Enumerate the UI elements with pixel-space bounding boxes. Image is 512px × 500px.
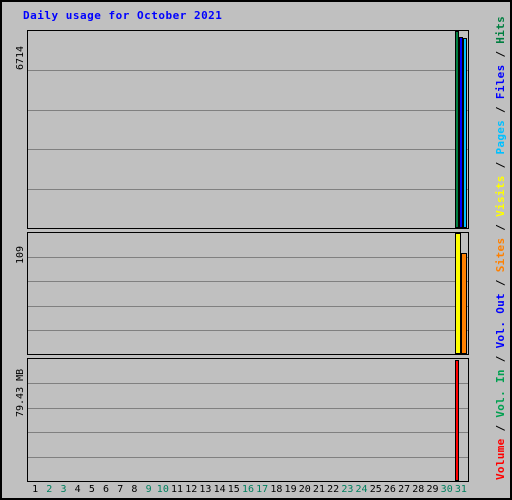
bar-pages — [463, 38, 467, 228]
x-axis-day-22: 22 — [327, 484, 340, 495]
gridline — [28, 408, 468, 409]
gridline — [28, 306, 468, 307]
x-axis-day-24: 24 — [355, 484, 368, 495]
x-axis-day-11: 11 — [171, 484, 184, 495]
legend-separator: / — [494, 154, 507, 176]
gridline — [28, 257, 468, 258]
gridline — [28, 432, 468, 433]
legend-item-visits: Visits — [494, 175, 507, 217]
x-axis-day-20: 20 — [298, 484, 311, 495]
x-axis-day-10: 10 — [156, 484, 169, 495]
legend-item-files: Files — [494, 64, 507, 100]
y-axis-label-volume: 79.43 MB — [15, 368, 26, 417]
x-axis-day-labels: 1 2 3 4 5 6 7 8 9 10 11 12 13 14 15 16 17 18 19 20 21 22 23 24 2… — [27, 484, 469, 498]
legend-separator: / — [494, 99, 507, 120]
bar-sites — [461, 253, 467, 354]
x-axis-day-15: 15 — [227, 484, 240, 495]
y-axis-label-hits: 6714 — [15, 45, 26, 70]
plot-area-volume — [28, 359, 468, 481]
legend-item-sites: Sites — [494, 237, 507, 273]
x-axis-day-14: 14 — [213, 484, 226, 495]
x-axis-day-16: 16 — [241, 484, 255, 495]
x-axis-day-26: 26 — [383, 484, 396, 495]
legend-item-volume: Volume — [494, 438, 507, 480]
x-axis-day-7: 7 — [117, 484, 124, 495]
x-axis-day-23: 23 — [341, 484, 354, 495]
plot-area-hits — [28, 31, 468, 228]
legend: Volume / Vol. In / Vol. Out / Sites / Vi… — [494, 16, 507, 480]
plot-area-visits — [28, 233, 468, 354]
page-title: Daily usage for October 2021 — [23, 9, 223, 22]
x-axis-day-31: 31 — [454, 484, 467, 495]
gridline — [28, 110, 468, 111]
x-axis-day-21: 21 — [312, 484, 325, 495]
panel-hits-inner — [28, 31, 468, 228]
legend-item-hits: Hits — [494, 16, 507, 44]
legend-item-vol-out: Vol. Out — [494, 293, 507, 349]
x-axis-day-19: 19 — [284, 484, 297, 495]
legend-separator: / — [494, 417, 507, 439]
x-axis-day-4: 4 — [74, 484, 81, 495]
bar-volume — [455, 360, 459, 481]
legend-item-vol-in: Vol. In — [494, 369, 507, 418]
gridline — [28, 383, 468, 384]
x-axis-day-2: 2 — [46, 484, 53, 495]
panel-hits-files-pages — [27, 30, 469, 229]
gridline — [28, 189, 468, 190]
x-axis-day-28: 28 — [412, 484, 425, 495]
panel-volume-inner — [28, 359, 468, 481]
x-axis-day-25: 25 — [369, 484, 382, 495]
gridline — [28, 70, 468, 71]
gridline — [28, 281, 468, 282]
legend-separator: / — [494, 216, 507, 238]
legend-separator: / — [494, 43, 507, 65]
legend-separator: / — [494, 348, 507, 370]
legend-separator: / — [494, 272, 507, 294]
x-axis-day-8: 8 — [131, 484, 138, 495]
y-axis-label-visits: 109 — [15, 245, 26, 264]
panel-volume — [27, 358, 469, 482]
x-axis-day-12: 12 — [185, 484, 198, 495]
daily-usage-chart: Daily usage for October 2021 6714 109 79… — [0, 0, 512, 500]
gridline — [28, 330, 468, 331]
x-axis-day-30: 30 — [440, 484, 453, 495]
panel-visits-inner — [28, 233, 468, 354]
x-axis-day-6: 6 — [103, 484, 110, 495]
x-axis-day-1: 1 — [32, 484, 39, 495]
x-axis-day-13: 13 — [199, 484, 212, 495]
x-axis-day-29: 29 — [426, 484, 439, 495]
x-axis-day-9: 9 — [145, 484, 152, 495]
x-axis-day-18: 18 — [270, 484, 283, 495]
legend-item-pages: Pages — [494, 119, 507, 155]
x-axis-day-17: 17 — [256, 484, 269, 495]
x-axis-day-27: 27 — [398, 484, 411, 495]
x-axis-day-3: 3 — [60, 484, 67, 495]
gridline — [28, 457, 468, 458]
gridline — [28, 149, 468, 150]
panel-visits-sites — [27, 232, 469, 355]
x-axis-day-5: 5 — [88, 484, 95, 495]
